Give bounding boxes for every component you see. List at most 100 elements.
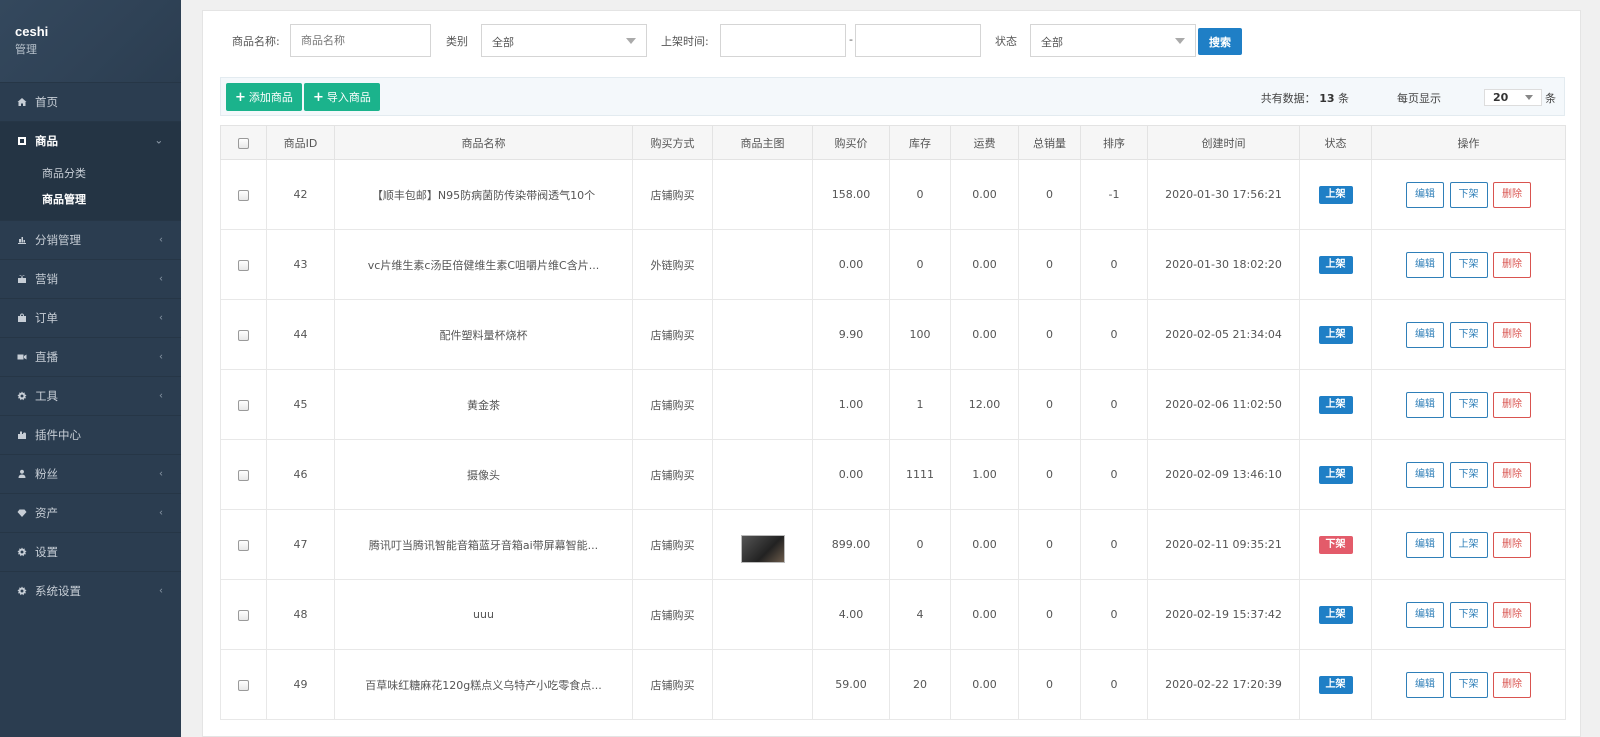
status-badge: 上架 <box>1318 255 1353 274</box>
import-product-label: 导入商品 <box>326 91 371 104</box>
name-filter-input[interactable] <box>290 24 431 57</box>
sidebar-item-system[interactable]: 系统设置 ‹ <box>0 571 181 610</box>
sidebar-item-distribution[interactable]: 分销管理 ‹ <box>0 220 181 259</box>
cell-created: 2020-02-06 11:02:50 <box>1147 369 1300 440</box>
home-icon <box>15 95 29 109</box>
sidebar-item-orders[interactable]: 订单 ‹ <box>0 298 181 337</box>
toggle-listing-button[interactable]: 下架 <box>1449 251 1488 278</box>
toggle-listing-button[interactable]: 下架 <box>1449 321 1488 348</box>
chevron-left-icon: ‹ <box>159 273 163 285</box>
toggle-listing-button[interactable]: 上架 <box>1449 531 1488 558</box>
sidebar-item-goods[interactable]: 商品 ⌄ <box>0 121 181 160</box>
sidebar-item-tools[interactable]: 工具 ‹ <box>0 376 181 415</box>
toggle-listing-button[interactable]: 下架 <box>1449 391 1488 418</box>
sidebar-item-marketing[interactable]: 营销 ‹ <box>0 259 181 298</box>
sidebar-item-label: 资产 <box>35 506 58 520</box>
cell-sort: 0 <box>1080 229 1148 300</box>
cell-id: 42 <box>266 159 335 230</box>
cell-status: 上架 <box>1299 649 1372 720</box>
sidebar-item-label: 首页 <box>35 95 58 109</box>
sidebar-item-label: 分销管理 <box>35 233 81 247</box>
cell-sort: 0 <box>1080 509 1148 580</box>
video-icon <box>15 350 29 364</box>
delete-button[interactable]: 删除 <box>1493 321 1531 348</box>
cell-stock: 4 <box>889 579 951 650</box>
sidebar-item-live[interactable]: 直播 ‹ <box>0 337 181 376</box>
cell-buy: 店铺购买 <box>632 509 713 580</box>
brand-name: ceshi <box>15 24 49 39</box>
brand-subtitle: 管理 <box>15 43 37 56</box>
total-prefix: 共有数据： <box>1260 92 1316 105</box>
sidebar-item-settings[interactable]: 设置 <box>0 532 181 571</box>
column-header: 购买方式 <box>632 125 713 160</box>
edit-button[interactable]: 编辑 <box>1406 671 1444 698</box>
cell-freight: 1.00 <box>950 439 1019 510</box>
edit-button[interactable]: 编辑 <box>1406 461 1444 488</box>
sidebar-item-fans[interactable]: 粉丝 ‹ <box>0 454 181 493</box>
toggle-listing-button[interactable]: 下架 <box>1449 671 1488 698</box>
status-badge: 上架 <box>1318 675 1353 694</box>
cell-sort: 0 <box>1080 439 1148 510</box>
status-badge: 下架 <box>1318 535 1353 554</box>
row-checkbox[interactable] <box>238 609 249 621</box>
delete-button[interactable]: 删除 <box>1493 251 1531 278</box>
gear-icon <box>15 584 29 598</box>
add-product-button[interactable]: + 添加商品 <box>226 83 302 111</box>
status-badge: 上架 <box>1318 465 1353 484</box>
header-select-all[interactable] <box>220 125 267 160</box>
add-product-label: 添加商品 <box>248 91 293 104</box>
delete-button[interactable]: 删除 <box>1493 531 1531 558</box>
toggle-listing-button[interactable]: 下架 <box>1449 461 1488 488</box>
row-checkbox[interactable] <box>238 679 249 691</box>
cell-id: 49 <box>266 649 335 720</box>
chevron-left-icon: ‹ <box>159 234 163 246</box>
edit-button[interactable]: 编辑 <box>1406 181 1444 208</box>
sidebar-item-assets[interactable]: 资产 ‹ <box>0 493 181 532</box>
sidebar-item-home[interactable]: 首页 <box>0 82 181 121</box>
cell-image <box>712 299 813 370</box>
cell-name: vc片维生素c汤臣倍健维生素C咀嚼片维C含片... <box>334 229 633 300</box>
sidebar-item-plugins[interactable]: 插件中心 <box>0 415 181 454</box>
sidebar: ceshi 管理 首页 商品 ⌄ 商品分类 商品管理 分销管理 ‹ 营销 ‹ 订单 ‹ 直播 ‹ 工具 ‹ 插… <box>0 0 181 737</box>
delete-button[interactable]: 删除 <box>1493 391 1531 418</box>
cell-id: 43 <box>266 229 335 300</box>
row-checkbox[interactable] <box>238 399 249 411</box>
edit-button[interactable]: 编辑 <box>1406 531 1444 558</box>
delete-button[interactable]: 删除 <box>1493 671 1531 698</box>
row-checkbox[interactable] <box>238 469 249 481</box>
row-checkbox[interactable] <box>238 259 249 271</box>
time-start-input[interactable] <box>720 24 846 57</box>
delete-button[interactable]: 删除 <box>1493 601 1531 628</box>
toggle-listing-button[interactable]: 下架 <box>1449 181 1488 208</box>
delete-button[interactable]: 删除 <box>1493 461 1531 488</box>
toggle-listing-button[interactable]: 下架 <box>1449 601 1488 628</box>
edit-button[interactable]: 编辑 <box>1406 391 1444 418</box>
import-product-button[interactable]: + 导入商品 <box>304 83 380 111</box>
category-select[interactable]: 全部 <box>481 24 647 57</box>
cell-sales: 0 <box>1018 369 1081 440</box>
status-select[interactable]: 全部 <box>1030 24 1196 57</box>
row-checkbox[interactable] <box>238 539 249 551</box>
cell-image <box>712 509 813 580</box>
time-end-input[interactable] <box>855 24 981 57</box>
search-button[interactable]: 搜索 <box>1198 28 1242 55</box>
table-row: 42 【顺丰包邮】N95防病菌防传染带阀透气10个 店铺购买 158.00 0 0.00 0… <box>220 159 1566 230</box>
edit-button[interactable]: 编辑 <box>1406 601 1444 628</box>
edit-button[interactable]: 编辑 <box>1406 321 1444 348</box>
row-checkbox[interactable] <box>238 189 249 201</box>
sidebar-subitem-1[interactable]: 商品管理 <box>0 186 181 212</box>
row-checkbox[interactable] <box>238 329 249 341</box>
delete-button[interactable]: 删除 <box>1493 181 1531 208</box>
category-select-value: 全部 <box>492 36 514 49</box>
table-toolbar: + 添加商品 + 导入商品 共有数据： 13 条 每页显示 20 条 <box>220 77 1565 116</box>
cell-actions: 编辑 下架 删除 <box>1371 159 1566 230</box>
perpage-select[interactable]: 20 <box>1484 89 1542 106</box>
sidebar-subitem-0[interactable]: 商品分类 <box>0 160 181 186</box>
table-row: 48 uuu 店铺购买 4.00 4 0.00 0 0 2020-02-19 15:37:42 上… <box>220 579 1566 650</box>
perpage-label: 每页显示 <box>1397 92 1441 105</box>
select-all-checkbox[interactable] <box>238 137 249 149</box>
cell-price: 1.00 <box>812 369 890 440</box>
cell-price: 158.00 <box>812 159 890 230</box>
gear-icon <box>15 545 29 559</box>
edit-button[interactable]: 编辑 <box>1406 251 1444 278</box>
